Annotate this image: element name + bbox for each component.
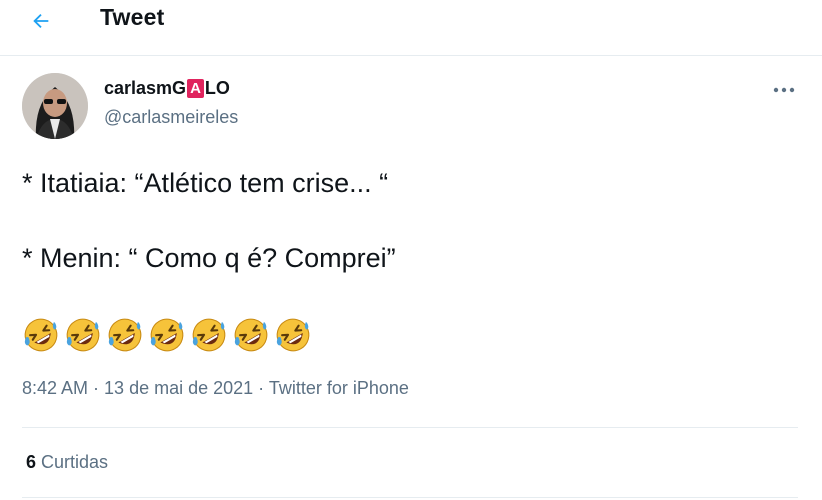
back-button[interactable] <box>26 6 56 36</box>
rolling-on-floor-laughing-emoji <box>108 318 142 352</box>
rolling-on-floor-laughing-emoji <box>150 318 184 352</box>
rolling-on-floor-laughing-emoji <box>66 318 100 352</box>
tweet-date[interactable]: 13 de mai de 2021 <box>104 378 253 398</box>
tweet-text-line-2: * Menin: “ Como q é? Comprei” <box>22 243 396 273</box>
likes-stat[interactable]: 6 Curtidas <box>26 452 108 473</box>
rolling-on-floor-laughing-emoji <box>234 318 268 352</box>
tweet-header: Tweet <box>0 0 822 56</box>
divider <box>22 427 798 428</box>
arrow-left-icon <box>33 13 49 29</box>
meta-separator-1: · <box>88 378 105 398</box>
avatar[interactable] <box>22 73 88 139</box>
tweet-text-line-1: * Itatiaia: “Atlético tem crise... “ <box>22 168 389 198</box>
tweet-meta: 8:42 AM · 13 de mai de 2021 · Twitter fo… <box>22 378 409 399</box>
user-handle[interactable]: @carlasmeireles <box>104 107 238 128</box>
name-highlight-box: A <box>187 79 204 98</box>
user-display-name[interactable]: carlasmG A LO <box>104 78 230 99</box>
more-horizontal-icon <box>773 87 795 93</box>
emoji-row <box>22 316 312 356</box>
avatar-image <box>22 73 88 139</box>
meta-separator-2: · <box>253 378 269 398</box>
more-options-button[interactable] <box>772 80 796 100</box>
divider <box>22 497 798 498</box>
name-suffix: LO <box>204 78 230 98</box>
rolling-on-floor-laughing-emoji <box>192 318 226 352</box>
tweet-time[interactable]: 8:42 AM <box>22 378 88 398</box>
rolling-on-floor-laughing-emoji <box>276 318 310 352</box>
likes-count: 6 <box>26 452 37 472</box>
page-title: Tweet <box>100 4 165 30</box>
likes-label: Curtidas <box>36 452 109 472</box>
rolling-on-floor-laughing-emoji <box>24 318 58 352</box>
tweet-source[interactable]: Twitter for iPhone <box>269 378 409 398</box>
name-prefix: carlasmG <box>104 78 187 98</box>
